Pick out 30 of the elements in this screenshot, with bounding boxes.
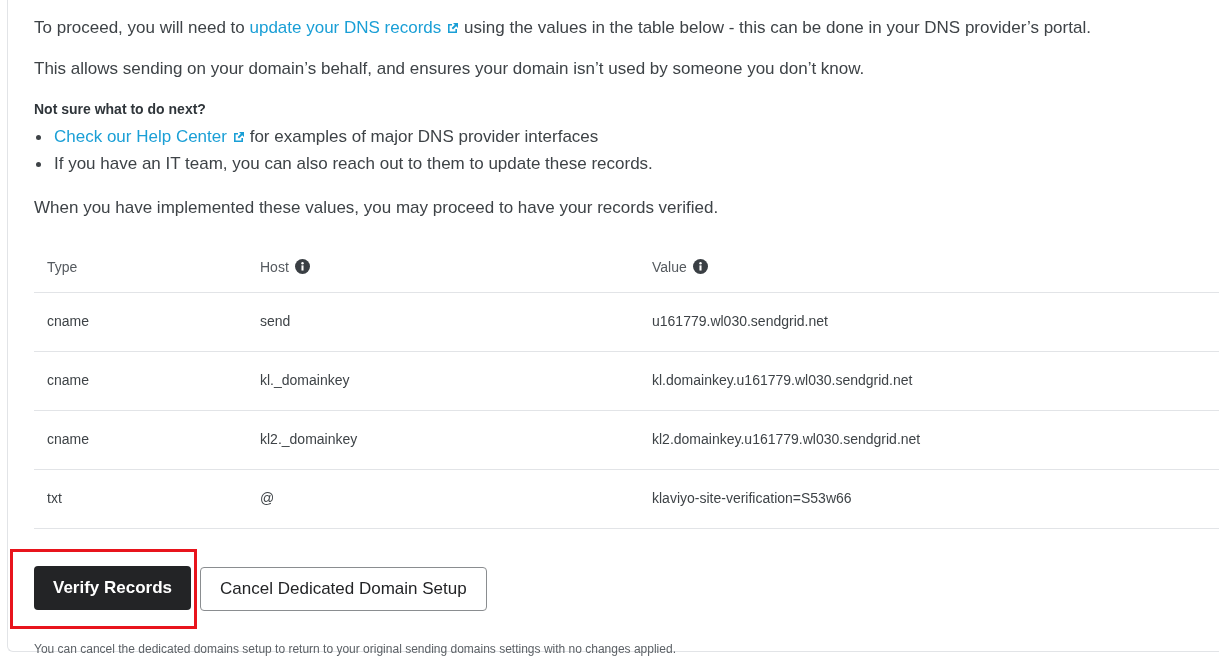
help-heading: Not sure what to do next? [34,100,207,119]
info-icon[interactable] [692,259,708,275]
footnote-text: You can cancel the dedicated domains setup to return to your original sending domains settings with no changes applied. [34,640,677,658]
table-cell: send [260,313,291,329]
table-cell: @ [260,490,275,506]
table-cell: cname [47,372,90,388]
external-link-icon [447,22,460,34]
table-cell: txt [47,490,62,506]
table-cell: kl._domainkey [260,372,350,388]
table-cell: u161779.wl030.sendgrid.net [652,313,828,329]
column-header: Value [652,259,687,276]
after-text: When you have implemented these values, you may proceed to have your records verified. [34,197,720,219]
bullet-icon [36,162,41,167]
table-cell: klaviyo-site-verification=S53w66 [652,490,852,506]
table-cell: cname [47,313,90,329]
table-cell: cname [47,431,90,447]
help-item-text: If you have an IT team, you can also reach out to them to update these records. [54,153,653,175]
table-cell: kl.domainkey.u161779.wl030.sendgrid.net [652,372,913,388]
info-icon[interactable] [294,259,310,275]
column-header: Type [47,259,78,276]
cancel-button[interactable]: Cancel Dedicated Domain Setup [200,566,487,611]
table-cell: kl2._domainkey [260,431,358,447]
table-cell: kl2.domainkey.u161779.wl030.sendgrid.net [652,431,921,447]
verify-button[interactable]: Verify Records [34,565,192,610]
help-item-text: Check our Help Center for examples of major DNS provider interfaces [54,126,599,148]
external-link-icon [232,131,245,143]
intro-text: To proceed, you will need to update your DNS records using the values in the table below - this can be done in your DNS provider’s portal. [34,17,1092,39]
bullet-icon [36,135,41,140]
column-header: Host [260,259,289,276]
purpose-text: This allows sending on your domain’s behalf, and ensures your domain isn’t used by someone you don’t know. [34,58,866,80]
